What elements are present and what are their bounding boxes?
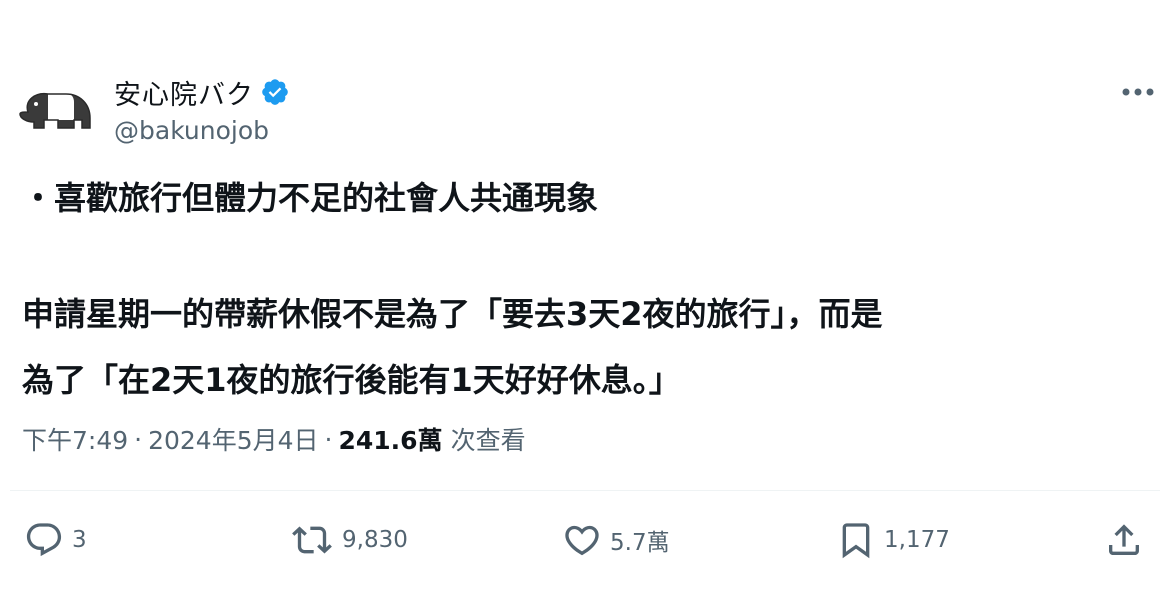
heart-icon bbox=[562, 520, 602, 560]
like-count: 5.7萬 bbox=[610, 530, 670, 556]
tapir-icon[interactable] bbox=[14, 78, 96, 148]
retweet-icon bbox=[290, 520, 334, 560]
tweet: 安心院バク @bakunojob ・喜歡旅行但體力不足的社會人共通現象 申請星期… bbox=[0, 0, 1170, 594]
retweet-button[interactable]: 9,830 bbox=[290, 518, 408, 562]
meta-separator: · bbox=[324, 424, 333, 454]
tweet-meta: 下午7:49 · 2024年5月4日 · 241.6萬 次查看 bbox=[22, 422, 526, 456]
tweet-date[interactable]: 2024年5月4日 bbox=[148, 421, 318, 457]
share-button[interactable] bbox=[1104, 518, 1144, 562]
reply-icon bbox=[24, 520, 64, 560]
reply-count: 3 bbox=[72, 527, 87, 553]
bookmark-count: 1,177 bbox=[884, 527, 950, 553]
share-icon bbox=[1104, 520, 1144, 560]
reply-button[interactable]: 3 bbox=[24, 518, 87, 562]
bookmark-button[interactable]: 1,177 bbox=[836, 518, 950, 562]
meta-separator: · bbox=[134, 424, 143, 454]
tweet-text-line: 為了「在2天1夜的旅行後能有1天好好休息。」 bbox=[22, 361, 681, 399]
tweet-text-line: ・喜歡旅行但體力不足的社會人共通現象 bbox=[22, 179, 599, 217]
divider bbox=[10, 490, 1160, 491]
like-button[interactable]: 5.7萬 bbox=[562, 518, 670, 562]
more-horizontal-icon[interactable] bbox=[1118, 80, 1158, 104]
author-name-row: 安心院バク bbox=[114, 72, 290, 112]
retweet-count: 9,830 bbox=[342, 527, 408, 553]
views-label: 次查看 bbox=[450, 426, 526, 455]
views-count: 241.6萬 bbox=[338, 426, 443, 455]
author-display-name[interactable]: 安心院バク bbox=[114, 73, 254, 112]
verified-badge-icon[interactable] bbox=[260, 77, 290, 107]
author-handle[interactable]: @bakunojob bbox=[114, 116, 269, 145]
tweet-time[interactable]: 下午7:49 bbox=[22, 421, 128, 457]
tweet-text-line: 申請星期一的帶薪休假不是為了「要去3天2夜的旅行」，而是 bbox=[22, 295, 883, 333]
bookmark-icon bbox=[836, 520, 876, 560]
